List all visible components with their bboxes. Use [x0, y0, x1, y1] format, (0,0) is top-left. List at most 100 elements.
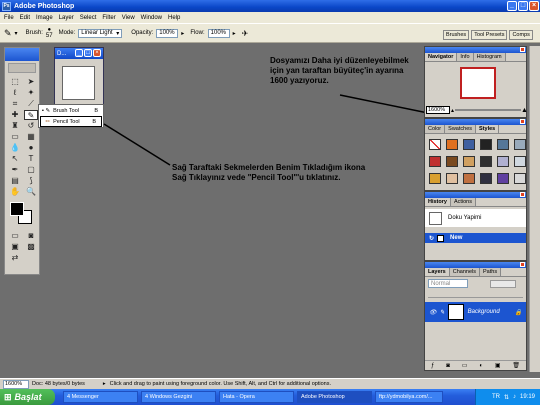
task-label: 4 Messenger [67, 394, 99, 400]
taskbar-opera[interactable]: Hata - Opera [219, 391, 294, 403]
task-label: Hata - Opera [223, 394, 255, 400]
style-swatch[interactable] [480, 173, 492, 184]
layer-thumbnail [447, 304, 464, 320]
foreground-color[interactable] [10, 202, 24, 216]
start-button[interactable]: ⊞ Başlat [0, 389, 55, 405]
panel-header[interactable] [425, 47, 526, 53]
layer-options-row: Normal [425, 277, 526, 290]
tab-history[interactable]: History [425, 198, 451, 206]
style-swatch[interactable] [446, 139, 458, 150]
brush-link-icon: ✎ [439, 309, 445, 316]
status-bar: 1600% Doc: 48 bytes/0 bytes ▸ Click and … [0, 378, 540, 389]
tab-info[interactable]: Info [457, 53, 474, 61]
layer-name: Background [467, 309, 500, 315]
panel-dock-scrollbar[interactable] [529, 46, 540, 372]
style-swatch[interactable] [429, 156, 441, 167]
task-label: ftp://ydmobilya.com/... [379, 394, 433, 400]
panel-header[interactable] [425, 119, 526, 125]
status-hint: Click and drag to paint using foreground… [109, 381, 332, 387]
zoom-in-icon[interactable]: ▲ [521, 107, 528, 114]
annotation-top: Dosyamızı Daha iyi düzenleyebilmek için … [270, 56, 409, 85]
system-tray: TR ⇅ ♪ 19:19 [475, 389, 540, 405]
taskbar: ⊞ Başlat 4 Messenger 4 Windows Gezgini H… [0, 389, 540, 405]
style-swatch[interactable] [480, 156, 492, 167]
layers-panel: Layers Channels Paths Normal 👁 ✎ Backgro… [424, 261, 527, 371]
callout-line-middle [103, 123, 171, 166]
panel-header[interactable] [425, 262, 526, 268]
new-set-icon[interactable]: ▭ [462, 362, 468, 369]
taskbar-photoshop[interactable]: Adobe Photoshop [297, 391, 372, 403]
panel-close-icon[interactable] [520, 47, 525, 52]
history-snapshot[interactable]: Doku Yapimi [425, 209, 526, 227]
state-thumbnail [437, 234, 445, 242]
style-swatch[interactable] [446, 156, 458, 167]
tab-paths[interactable]: Paths [480, 268, 502, 276]
styles-grid [425, 134, 540, 189]
tab-color[interactable]: Color [425, 125, 446, 133]
eye-icon[interactable]: 👁 [429, 309, 437, 316]
tab-swatches[interactable]: Swatches [445, 125, 477, 133]
history-item-label: Doku Yapimi [448, 215, 482, 221]
style-swatch[interactable] [429, 173, 441, 184]
status-zoom-input[interactable]: 1600% [3, 379, 29, 389]
style-swatch[interactable] [514, 173, 526, 184]
style-swatch[interactable] [497, 156, 509, 167]
snapshot-thumbnail [429, 211, 442, 225]
style-swatch[interactable] [463, 173, 475, 184]
network-icon[interactable]: ⇅ [504, 394, 509, 401]
status-doc-size: Doc: 48 bytes/0 bytes [32, 381, 85, 387]
panel-close-icon[interactable] [520, 262, 525, 267]
windows-logo-icon: ⊞ [4, 391, 12, 402]
clock: 19:19 [519, 394, 535, 400]
history-panel: History Actions Doku Yapimi ↻ New [424, 191, 527, 261]
style-swatch[interactable] [497, 139, 509, 150]
panel-close-icon[interactable] [520, 119, 525, 124]
style-none[interactable] [429, 139, 441, 150]
taskbar-explorer[interactable]: 4 Windows Gezgini [141, 391, 216, 403]
navigator-zoom-input[interactable]: 1600% [426, 106, 450, 114]
panel-close-icon[interactable] [520, 192, 525, 197]
taskbar-ftp[interactable]: ftp://ydmobilya.com/... [375, 391, 443, 403]
lock-row [428, 290, 523, 298]
blend-mode-select[interactable]: Normal [428, 279, 468, 288]
status-arrow-icon[interactable]: ▸ [103, 381, 106, 387]
volume-icon[interactable]: ♪ [513, 394, 516, 400]
tab-layers[interactable]: Layers [425, 268, 450, 276]
style-swatch[interactable] [463, 139, 475, 150]
layer-row-background[interactable]: 👁 ✎ Background 🔒 [425, 302, 526, 322]
layer-mask-icon[interactable]: ◙ [446, 363, 450, 369]
task-label: 4 Windows Gezgini [145, 394, 193, 400]
lock-icon: 🔒 [514, 309, 522, 316]
tab-navigator[interactable]: Navigator [425, 53, 458, 61]
style-swatch[interactable] [446, 173, 458, 184]
new-layer-icon[interactable]: ▣ [495, 362, 501, 369]
style-swatch[interactable] [514, 139, 526, 150]
navigator-panel: Navigator Info Histogram 1600% ▴ ▲ [424, 46, 528, 118]
tab-histogram[interactable]: Histogram [473, 53, 506, 61]
style-swatch[interactable] [514, 156, 526, 167]
navigator-thumbnail[interactable] [460, 67, 496, 99]
zoom-out-icon[interactable]: ▴ [451, 107, 454, 114]
style-swatch[interactable] [497, 173, 509, 184]
taskbar-messenger[interactable]: 4 Messenger [63, 391, 138, 403]
tab-channels[interactable]: Channels [449, 268, 480, 276]
callout-line-top [339, 94, 429, 114]
task-label: Adobe Photoshop [301, 394, 345, 400]
language-indicator[interactable]: TR [492, 394, 500, 400]
styles-panel: Color Swatches Styles [424, 118, 540, 191]
layer-style-icon[interactable]: ƒ [431, 363, 434, 369]
trash-icon[interactable]: 🗑 [512, 362, 520, 369]
layers-footer: ƒ ◙ ▭ ◐ ▣ 🗑 [425, 360, 526, 370]
annotation-middle: Sağ Taraftaki Sekmelerden Benim Tıkladığ… [172, 163, 366, 182]
panel-header[interactable] [425, 192, 526, 198]
style-swatch[interactable] [463, 156, 475, 167]
style-swatch[interactable] [480, 139, 492, 150]
layer-opacity-input[interactable] [490, 279, 516, 288]
zoom-slider[interactable] [455, 109, 521, 111]
history-item-label: New [450, 235, 463, 241]
history-brush-icon: ↻ [429, 235, 435, 242]
adjustment-layer-icon[interactable]: ◐ [479, 363, 483, 369]
history-state-active[interactable]: ↻ New [425, 233, 526, 243]
tab-actions[interactable]: Actions [450, 198, 476, 206]
tab-styles[interactable]: Styles [476, 125, 500, 133]
